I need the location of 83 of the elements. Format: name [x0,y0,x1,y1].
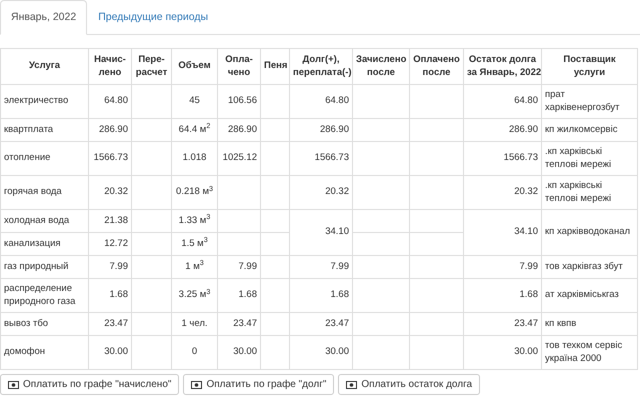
table-cell: кп харківводоканал [542,210,638,256]
pay-button[interactable]: Оплатить по графе "долг" [183,374,334,395]
table-cell: 1.68 [218,278,260,312]
table-cell: 1025.12 [218,142,260,176]
table-cell: 64.80 [464,84,542,118]
table-cell: 1566.73 [290,142,352,176]
table-cell: 3.25 м$^{3}$ [172,278,218,312]
table-cell: кп квпв [542,312,638,336]
pay-button[interactable]: Оплатить остаток долга [338,374,480,395]
table-cell: 34.10 [290,210,352,256]
table-cell: газ природный [0,256,88,278]
table-cell: 286.90 [88,118,132,142]
table-cell: 64.80 [290,84,352,118]
column-header: Зачислено после [352,48,410,84]
column-header: Объем [172,48,218,84]
table-cell: 23.47 [218,312,260,336]
column-header: Долг(+), переплата(-) [290,48,352,84]
table-cell: 1.018 [172,142,218,176]
table-cell: .кп харківські теплові мережі [542,176,638,210]
banknote-icon [191,380,202,388]
table-cell: отопление [0,142,88,176]
table-cell: 1566.73 [464,142,542,176]
column-header: Оплачено после [410,48,464,84]
table-cell: тов техком сервіс україна 2000 [542,336,638,370]
table-cell: 1566.73 [88,142,132,176]
table-cell: прат харківенергозбут [542,84,638,118]
table-cell: 0.218 м$^{3}$ [172,176,218,210]
table-cell: тов харківгаз збут [542,256,638,278]
table-cell: 34.10 [464,210,542,256]
table-cell: 23.47 [290,312,352,336]
table-cell: 20.32 [464,176,542,210]
table-cell: квартплата [0,118,88,142]
table-cell: 106.56 [218,84,260,118]
column-header: Услуга [0,48,88,84]
banknote-icon [8,380,19,388]
column-header: Поставщик услуги [542,48,638,84]
table-cell: 1.68 [464,278,542,312]
table-cell: 1.33 м$^{3}$ [172,210,218,232]
table-cell: электричество [0,84,88,118]
banknote-icon [346,380,358,388]
table-cell: 23.47 [88,312,132,336]
table-cell: 7.99 [88,256,132,278]
table-cell: 30.00 [218,336,260,370]
table-cell: 286.90 [464,118,542,142]
table-cell: 21.38 [88,210,132,232]
table-cell: домофон [0,336,88,370]
table-cell: 64.80 [88,84,132,118]
table-cell: 286.90 [218,118,260,142]
table-cell: 7.99 [464,256,542,278]
table-cell: распределение природного газа [0,278,88,312]
table-cell: 20.32 [290,176,352,210]
table-cell: 12.72 [88,232,132,256]
table-cell: 286.90 [290,118,352,142]
table-cell: 30.00 [290,336,352,370]
column-header: Начис- лено [88,48,132,84]
table-cell: 1.68 [88,278,132,312]
table-cell: 30.00 [88,336,132,370]
table-cell: кп жилкомсервіс [542,118,638,142]
table-cell: 45 [172,84,218,118]
table-cell: 30.00 [464,336,542,370]
column-header: Остаток долга за Январь, 2022 [464,48,542,84]
column-header: Опла- чено [218,48,260,84]
column-header: Пере- расчет [132,48,172,84]
table-cell: 20.32 [88,176,132,210]
pay-button[interactable]: Оплатить по графе "начислено" [0,374,180,395]
table-cell: 1 чел. [172,312,218,336]
table-cell: вывоз тбо [0,312,88,336]
table-cell: канализация [0,232,88,256]
column-header: Пеня [260,48,290,84]
tab[interactable]: Предыдущие периоды [87,0,220,35]
table-cell: .кп харківські теплові мережі [542,142,638,176]
table-cell: 1.68 [290,278,352,312]
table-cell: 1.5 м$^{3}$ [172,232,218,256]
table-cell: 7.99 [218,256,260,278]
table-cell: горячая вода [0,176,88,210]
table-cell: 0 [172,336,218,370]
table-cell: 7.99 [290,256,352,278]
table-cell: 64.4 м$^{2}$ [172,118,218,142]
table-cell: ат харківміськгаз [542,278,638,312]
table-cell: 23.47 [464,312,542,336]
tab[interactable]: Январь, 2022 [0,0,88,35]
table-cell: холодная вода [0,210,88,232]
table-cell: 1 м$^{3}$ [172,256,218,278]
